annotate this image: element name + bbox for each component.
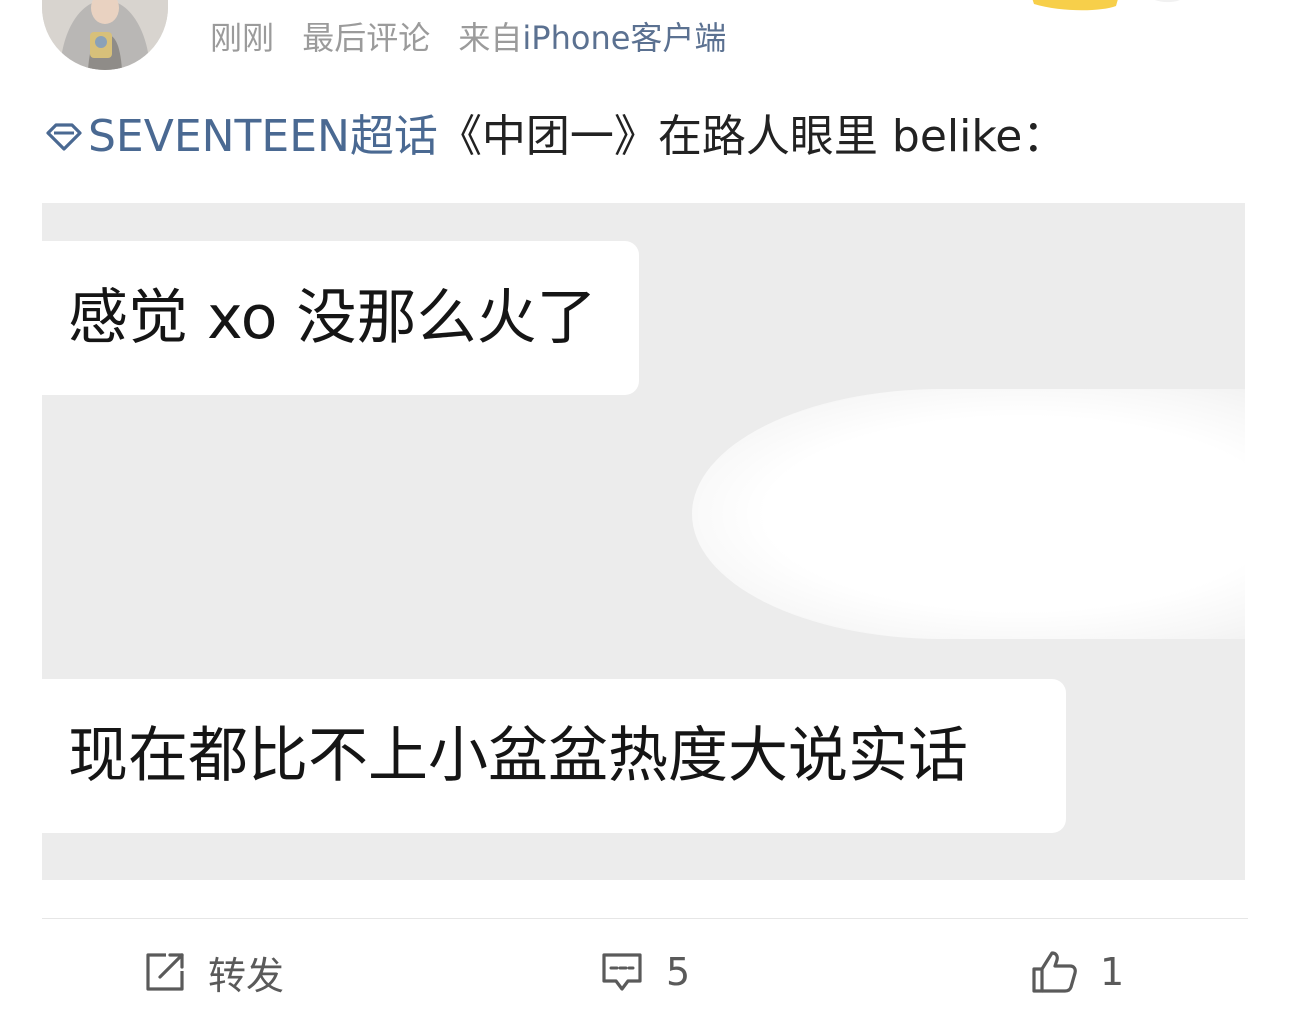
redacted-area — [692, 389, 1245, 639]
post-time: 刚刚 — [210, 19, 275, 57]
post-body: 《中团一》在路人眼里 belike： — [437, 111, 1067, 162]
chat-message: 现在都比不上小盆盆热度大说实话 — [68, 721, 968, 791]
comment-button[interactable]: 5 — [600, 946, 690, 998]
chat-bubble: 现在都比不上小盆盆热度大说实话 — [42, 679, 1066, 833]
user-avatar-icon[interactable] — [42, 0, 168, 70]
comment-icon — [602, 953, 642, 991]
thumbs-up-icon — [1032, 951, 1077, 993]
post-meta: 刚刚 最后评论 来自iPhone客户端 — [210, 18, 744, 58]
share-icon — [146, 953, 184, 991]
topic-link[interactable]: SEVENTEEN超话 — [44, 110, 438, 164]
chat-bubble: 感觉 xo 没那么火了 — [42, 241, 639, 395]
weibo-post-card: 刚刚 最后评论 来自iPhone客户端 SEVENTEEN超话 《中团一》在路人… — [0, 0, 1290, 1027]
source-client[interactable]: iPhone客户端 — [522, 19, 726, 57]
post-image[interactable]: 感觉 xo 没那么火了 现在都比不上小盆盆热度大说实话 — [42, 203, 1245, 880]
comment-count: 5 — [666, 950, 691, 994]
post-text: SEVENTEEN超话 《中团一》在路人眼里 belike： — [44, 110, 1066, 164]
like-count: 1 — [1100, 950, 1125, 994]
divider — [42, 918, 1248, 919]
post-last-action: 最后评论 — [302, 19, 431, 57]
repost-label: 转发 — [208, 953, 285, 998]
like-button[interactable]: 1 — [1030, 946, 1124, 998]
chat-message: 感觉 xo 没那么火了 — [68, 283, 597, 353]
sticker-decoration — [1020, 0, 1190, 20]
repost-button[interactable]: 转发 — [144, 946, 284, 998]
diamond-icon — [46, 123, 82, 151]
topic-label: SEVENTEEN超话 — [88, 111, 438, 162]
source-prefix: 来自 — [458, 19, 523, 57]
